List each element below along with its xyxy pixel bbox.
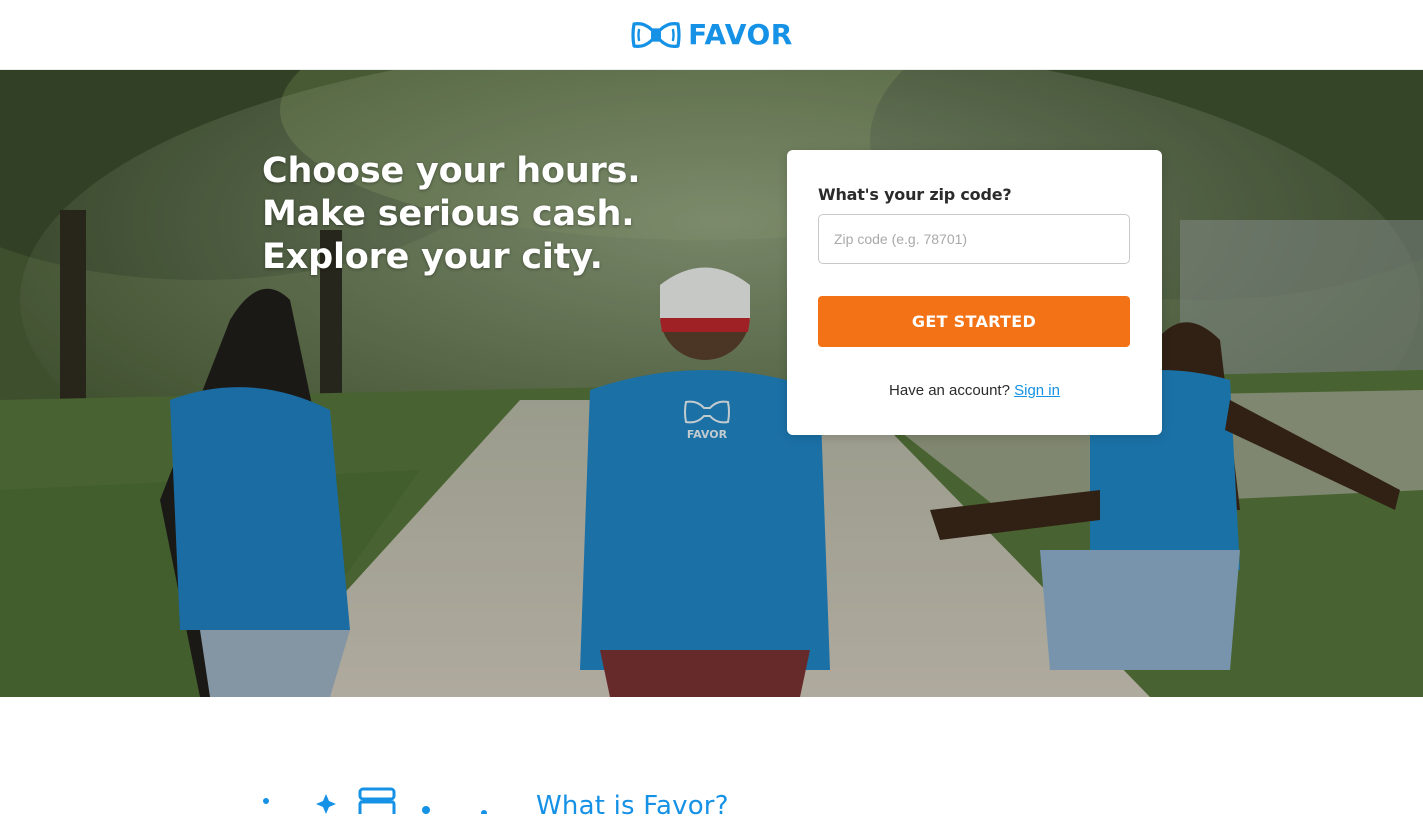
sparkle-icon xyxy=(316,794,336,814)
signin-prompt: Have an account? Sign in xyxy=(787,382,1162,399)
section-illustration xyxy=(263,787,487,814)
hero-headline: Choose your hours. Make serious cash. Ex… xyxy=(262,150,722,279)
headline-line: Explore your city. xyxy=(262,237,603,277)
dot-icon xyxy=(481,810,487,814)
favor-logo[interactable]: FAVOR xyxy=(630,20,793,50)
get-started-button[interactable]: GET STARTED xyxy=(818,296,1130,347)
hero-section: FAVOR Choose your hours. Make serious ca… xyxy=(0,70,1423,697)
bowtie-logo-icon xyxy=(631,21,681,48)
dot-icon xyxy=(263,798,269,804)
sign-in-link[interactable]: Sign in xyxy=(1014,382,1060,399)
zip-code-input[interactable] xyxy=(818,214,1130,264)
what-is-favor-section: What is Favor? xyxy=(0,697,1423,821)
section-title: What is Favor? xyxy=(536,791,729,821)
zip-code-label: What's your zip code? xyxy=(818,185,1012,204)
signup-card: What's your zip code? GET STARTED Have a… xyxy=(787,150,1162,435)
food-container-icon xyxy=(358,787,396,814)
headline-line: Choose your hours. xyxy=(262,151,641,191)
dot-icon xyxy=(422,806,430,814)
top-navbar: FAVOR xyxy=(0,0,1423,70)
account-prompt-text: Have an account? xyxy=(889,382,1010,399)
headline-line: Make serious cash. xyxy=(262,194,635,234)
logo-wordmark: FAVOR xyxy=(688,17,793,51)
